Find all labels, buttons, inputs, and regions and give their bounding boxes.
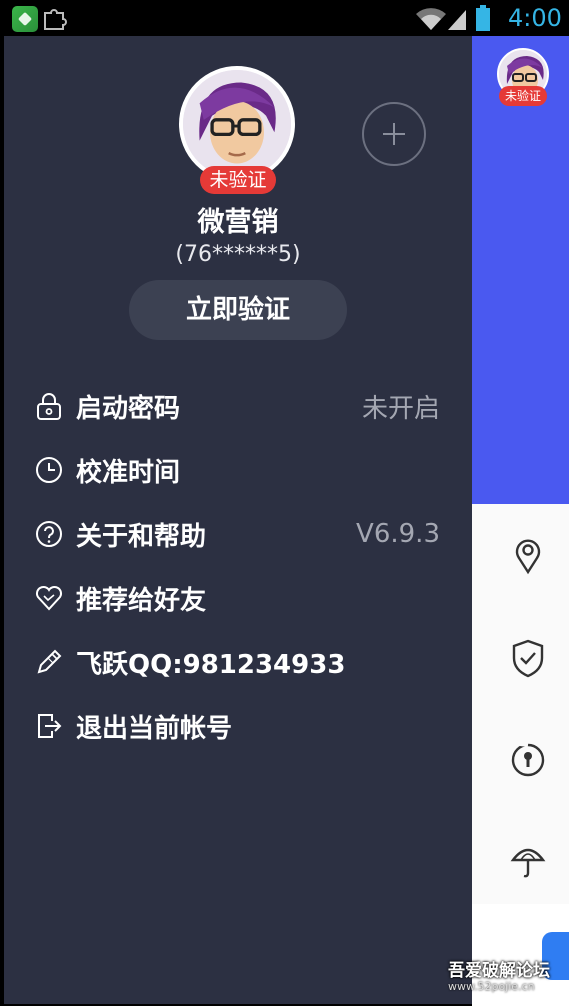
location-pin-icon[interactable] [510,536,546,576]
menu-item-startup-password[interactable]: 启动密码 未开启 [4,374,472,438]
menu-item-label: 推荐给好友 [76,585,207,616]
add-account-button[interactable] [362,102,426,166]
menu-item-recommend-friends[interactable]: 推荐给好友 [4,566,472,630]
clock-time: 4:00 [508,4,562,32]
shield-check-icon[interactable] [510,638,546,678]
watermark-url: www.52pojie.cn [448,980,535,993]
menu-item-logout[interactable]: 退出当前帐号 [4,694,472,758]
unverified-badge: 未验证 [200,166,276,194]
umbrella-icon[interactable] [510,840,546,880]
pencil-icon [37,649,62,674]
verify-now-button[interactable]: 立即验证 [129,280,347,340]
navigation-drawer: 未验证 微营销 (76******5) 立即验证 启动密码 未开启 校准时间 关… [4,36,472,1004]
logout-icon [38,714,62,738]
puzzle-icon [44,9,67,30]
clock-icon [36,457,62,483]
signal-icon [448,10,466,30]
help-circle-icon [36,521,62,547]
menu-item-label: 关于和帮助 [76,521,207,552]
main-content-peek[interactable]: 未验证 [472,36,569,1006]
profile-avatar[interactable] [179,66,295,182]
menu-item-label: 启动密码 [76,393,181,424]
menu-item-calibrate-time[interactable]: 校准时间 [4,438,472,502]
app-icon [12,6,38,32]
menu-item-label: 校准时间 [76,457,181,488]
heart-icon [35,585,63,611]
avatar-image [183,70,291,178]
unverified-badge: 未验证 [499,86,547,106]
menu-item-label: 退出当前帐号 [76,713,233,744]
menu-item-feiyue-qq[interactable]: 飞跃QQ:981234933 [4,630,472,694]
lock-icon [37,393,61,420]
account-id: (76******5) [175,242,301,267]
status-bar: 4:00 [0,0,569,36]
menu-item-value: 未开启 [361,393,440,424]
menu-item-about-help[interactable]: 关于和帮助 V6.9.3 [4,502,472,566]
watermark-text: 吾爱破解论坛 [448,961,550,981]
drawer-menu: 启动密码 未开启 校准时间 关于和帮助 V6.9.3 推荐给好友 飞跃QQ:98… [4,374,472,758]
menu-item-label: 飞跃QQ:981234933 [76,649,346,680]
battery-icon [476,5,490,31]
menu-item-value: V6.9.3 [356,519,440,549]
username: 微营销 [197,207,279,238]
main-header: 未验证 [472,36,569,504]
avatar[interactable] [179,66,295,182]
keyhole-icon[interactable] [510,740,546,780]
wifi-icon [416,8,446,30]
